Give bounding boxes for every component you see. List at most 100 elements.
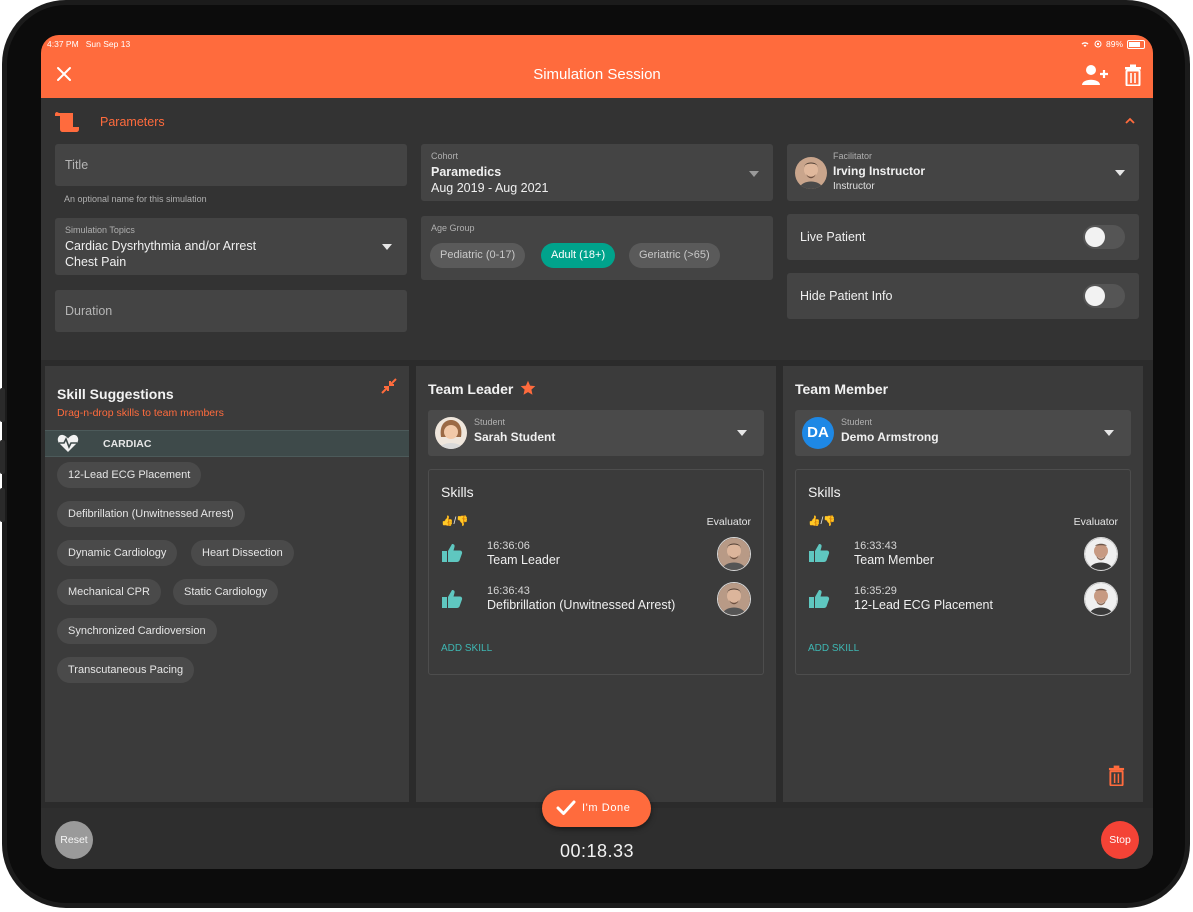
- student-avatar: [435, 417, 467, 449]
- team-leader-panel: Team Leader Student Sarah Student Skills…: [416, 366, 776, 802]
- cohort-caption: Cohort: [431, 151, 459, 161]
- topic-2: Chest Pain: [65, 255, 127, 269]
- team-leader-student-select[interactable]: Student Sarah Student: [428, 410, 764, 456]
- age-chip-adult[interactable]: Adult (18+): [541, 243, 616, 268]
- hide-patient-info-label: Hide Patient Info: [800, 289, 893, 303]
- battery-percent: 89%: [1105, 39, 1123, 49]
- app-screen: 4:37 PM Sun Sep 13 89% Simulation Sessio…: [41, 35, 1153, 869]
- team-leader-skills-card: Skills 👍/👎 Evaluator 16:36:06 Team Leade…: [428, 469, 764, 675]
- power-button: [0, 488, 5, 522]
- age-chip-geriatric[interactable]: Geriatric (>65): [629, 243, 720, 268]
- skill-suggestions-panel: Skill Suggestions Drag-n-drop skills to …: [45, 366, 409, 802]
- volume-up-button: [0, 388, 5, 422]
- hide-patient-info-row: Hide Patient Info: [787, 273, 1139, 319]
- scroll-icon: [55, 112, 79, 132]
- thumbs-up-icon[interactable]: [441, 589, 463, 609]
- category-cardiac[interactable]: CARDIAC: [45, 430, 409, 457]
- suggested-skill-chip[interactable]: Defibrillation (Unwitnessed Arrest): [57, 501, 245, 527]
- im-done-button[interactable]: I'm Done: [542, 790, 651, 827]
- thumbs-header: 👍/👎: [808, 516, 836, 527]
- collapse-arrows-icon[interactable]: [380, 377, 398, 395]
- status-indicators: 89%: [1080, 39, 1145, 49]
- evaluator-avatar[interactable]: [717, 582, 751, 616]
- facilitator-avatar: [795, 157, 827, 189]
- age-chip-pediatric[interactable]: Pediatric (0-17): [430, 243, 526, 268]
- chevron-up-icon[interactable]: [1123, 114, 1137, 128]
- skill-name: Team Member: [854, 553, 934, 567]
- cohort-select[interactable]: Cohort Paramedics Aug 2019 - Aug 2021: [421, 144, 773, 201]
- thumbs-up-icon[interactable]: [808, 589, 830, 609]
- evaluator-header: Evaluator: [1073, 516, 1118, 528]
- suggested-skill-chip[interactable]: Static Cardiology: [173, 579, 279, 605]
- thumbs-up-icon[interactable]: [808, 543, 830, 563]
- evaluator-avatar[interactable]: [1084, 582, 1118, 616]
- skill-name: Defibrillation (Unwitnessed Arrest): [487, 598, 676, 612]
- team-member-panel: Team Member DA Student Demo Armstrong Sk…: [783, 366, 1143, 802]
- simulation-topics-select[interactable]: Simulation Topics Cardiac Dysrhythmia an…: [55, 218, 407, 275]
- team-member-skills-card: Skills 👍/👎 Evaluator 16:33:43 Team Membe…: [795, 469, 1131, 675]
- heart-pulse-icon: [57, 434, 79, 452]
- status-date: Sun Sep 13: [85, 39, 131, 49]
- stop-button[interactable]: Stop: [1101, 821, 1139, 859]
- skill-name: Team Leader: [487, 553, 560, 567]
- live-patient-toggle[interactable]: [1083, 225, 1125, 249]
- suggested-skill-chip[interactable]: Transcutaneous Pacing: [57, 657, 195, 683]
- skill-time: 16:36:43: [487, 585, 530, 597]
- team-member-student-select[interactable]: DA Student Demo Armstrong: [795, 410, 1131, 456]
- skill-time: 16:36:06: [487, 540, 530, 552]
- suggested-skill-chip[interactable]: 12-Lead ECG Placement: [57, 462, 202, 488]
- dropdown-arrow-icon: [382, 244, 392, 250]
- add-user-icon[interactable]: [1081, 64, 1109, 86]
- skill-suggestions-title: Skill Suggestions: [57, 386, 174, 402]
- team-member-title: Team Member: [795, 381, 889, 397]
- facilitator-name: Irving Instructor: [833, 164, 926, 178]
- app-bar: 4:37 PM Sun Sep 13 89% Simulation Sessio…: [41, 35, 1153, 98]
- hide-patient-info-toggle[interactable]: [1083, 284, 1125, 308]
- facilitator-select[interactable]: Facilitator Irving Instructor Instructor: [787, 144, 1139, 201]
- skill-suggestions-hint: Drag-n-drop skills to team members: [57, 407, 224, 419]
- live-patient-label: Live Patient: [800, 230, 866, 244]
- duration-field[interactable]: Duration: [55, 290, 407, 332]
- cohort-range: Aug 2019 - Aug 2021: [431, 181, 549, 195]
- title-field[interactable]: Title: [55, 144, 407, 186]
- session-timer: 00:18.33: [559, 841, 635, 861]
- student-name: Demo Armstrong: [841, 430, 939, 444]
- topics-caption: Simulation Topics: [65, 225, 135, 235]
- checkmark-icon: [556, 800, 576, 815]
- title-helper-text: An optional name for this simulation: [64, 194, 207, 204]
- evaluator-avatar[interactable]: [717, 537, 751, 571]
- skill-name: 12-Lead ECG Placement: [854, 598, 993, 612]
- skill-time: 16:35:29: [854, 585, 897, 597]
- dropdown-arrow-icon: [1104, 430, 1114, 436]
- student-caption: Student: [841, 417, 873, 427]
- status-time: 4:37 PM Sun Sep 13: [47, 39, 130, 49]
- parameters-label: Parameters: [100, 115, 165, 129]
- student-name: Sarah Student: [474, 430, 556, 444]
- suggested-skill-chip[interactable]: Heart Dissection: [191, 540, 294, 566]
- volume-down-button: [0, 440, 5, 474]
- duration-placeholder: Duration: [65, 304, 113, 318]
- battery-icon: [1127, 39, 1145, 49]
- age-group-field: Age Group Pediatric (0-17) Adult (18+) G…: [421, 216, 773, 280]
- star-icon: [520, 380, 536, 395]
- suggested-skill-chip[interactable]: Dynamic Cardiology: [57, 540, 178, 566]
- evaluator-avatar[interactable]: [1084, 537, 1118, 571]
- page-title: Simulation Session: [533, 66, 661, 83]
- student-initials-avatar: DA: [802, 417, 834, 449]
- dropdown-arrow-icon: [1115, 170, 1125, 176]
- wifi-icon: [1081, 42, 1089, 47]
- delete-member-trash-icon[interactable]: [1108, 765, 1125, 786]
- team-leader-title: Team Leader: [428, 381, 514, 397]
- evaluator-header: Evaluator: [706, 516, 751, 528]
- suggested-skill-chip[interactable]: Synchronized Cardioversion: [57, 618, 217, 644]
- student-caption: Student: [474, 417, 506, 427]
- facilitator-role: Instructor: [833, 181, 875, 192]
- trash-icon[interactable]: [1124, 64, 1142, 86]
- topic-1: Cardiac Dysrhythmia and/or Arrest: [65, 239, 257, 253]
- add-skill-button[interactable]: ADD SKILL: [808, 643, 859, 654]
- category-label: CARDIAC: [103, 438, 152, 450]
- suggested-skill-chip[interactable]: Mechanical CPR: [57, 579, 161, 605]
- cohort-name: Paramedics: [431, 165, 502, 179]
- add-skill-button[interactable]: ADD SKILL: [441, 643, 492, 654]
- thumbs-up-icon[interactable]: [441, 543, 463, 563]
